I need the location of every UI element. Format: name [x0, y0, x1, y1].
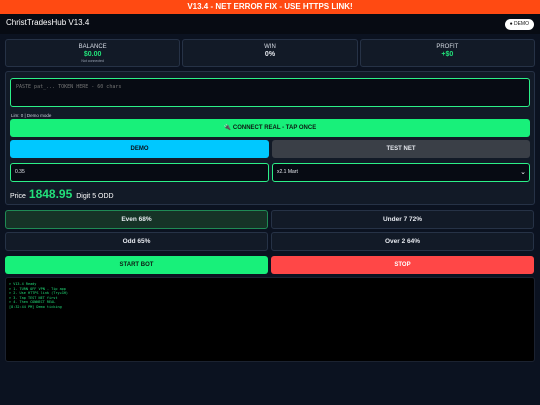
control-panel: Lim: 0 | Demo mode 🔌 CONNECT REAL - TAP … [5, 71, 535, 205]
pick-odd[interactable]: Odd 65% [5, 232, 268, 251]
demo-button[interactable]: DEMO [10, 140, 269, 158]
price-label: Price [10, 193, 26, 200]
warning-banner: V13.4 - NET ERROR FIX - USE HTTPS LINK! [0, 0, 540, 14]
app-header: ChristTradesHub V13.4 ● DEMO [0, 14, 540, 34]
price-value: 1848.95 [28, 187, 73, 201]
balance-status: Not connected [81, 59, 104, 63]
win-card: WIN 0% [182, 39, 358, 67]
connect-real-button[interactable]: 🔌 CONNECT REAL - TAP ONCE [10, 119, 530, 137]
balance-label: BALANCE [78, 44, 107, 50]
chevron-down-icon: ⌄ [520, 169, 526, 176]
log-console[interactable]: > V13.4 Ready > 1. TURN OFF VPN - Tip ap… [5, 277, 535, 362]
balance-card: BALANCE $0.00 Not connected [5, 39, 181, 67]
win-value: 0% [264, 51, 276, 58]
login-status: Lim: 0 | Demo mode [11, 113, 52, 118]
martingale-select[interactable]: x2.1 Mart ⌄ [272, 163, 530, 182]
test-net-button[interactable]: TEST NET [272, 140, 530, 158]
start-bot-button[interactable]: START BOT [5, 256, 268, 274]
pick-over-2[interactable]: Over 2 64% [271, 232, 534, 251]
digit-readout: Digit 5 ODD [76, 193, 114, 200]
mode-pill[interactable]: ● DEMO [504, 19, 534, 30]
profit-card: PROFIT +$0 [359, 39, 535, 67]
stop-button[interactable]: STOP [271, 256, 534, 274]
log-line: [8:32:44 PM] Demo ticking [9, 304, 62, 309]
pick-even[interactable]: Even 68% [5, 210, 268, 229]
app-title: ChristTradesHub V13.4 [6, 18, 90, 27]
profit-value: +$0 [441, 51, 454, 58]
win-label: WIN [264, 44, 276, 50]
martingale-selected: x2.1 Mart [277, 169, 298, 175]
profit-label: PROFIT [436, 44, 459, 50]
price-row: Price 1848.95 Digit 5 ODD [10, 187, 114, 201]
balance-value: $0.00 [83, 51, 102, 58]
pick-under-7[interactable]: Under 7 72% [271, 210, 534, 229]
token-input[interactable] [10, 78, 530, 107]
stats-row: BALANCE $0.00 Not connected WIN 0% PROFI… [5, 39, 535, 67]
stake-input[interactable]: 0.35 [10, 163, 269, 182]
